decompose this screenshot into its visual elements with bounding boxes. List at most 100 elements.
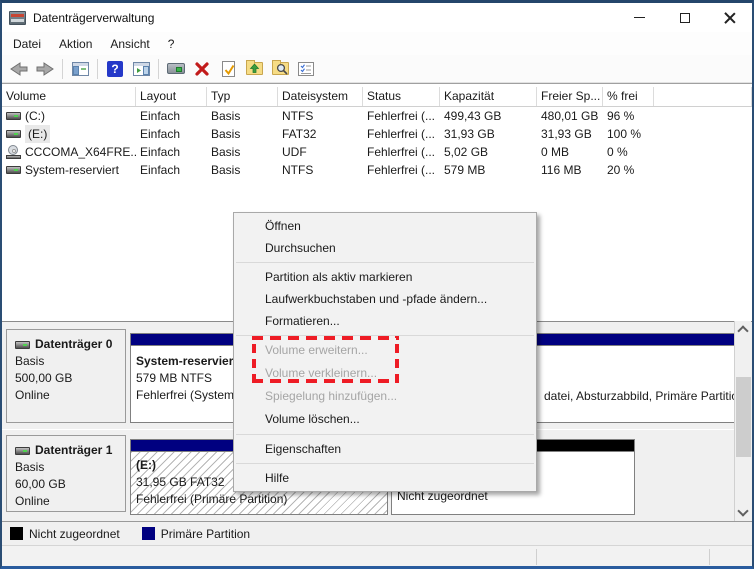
disk1-type: Basis	[15, 460, 45, 474]
legend-unallocated-label: Nicht zugeordnet	[29, 526, 120, 541]
disk1-size: 60,00 GB	[15, 477, 66, 491]
red-highlight-box	[252, 336, 399, 383]
menu-separator	[236, 463, 534, 464]
volume-name: CCCOMA_X64FRE...	[25, 145, 136, 159]
volume-name-selected: (E:)	[25, 125, 51, 143]
column-prozent-frei[interactable]: % frei	[603, 87, 654, 106]
toolbar-separator	[97, 58, 98, 79]
disk0-size: 500,00 GB	[15, 371, 73, 385]
delete-volume-button[interactable]	[191, 58, 213, 80]
menu-item-volume-loeschen[interactable]: Volume löschen...	[234, 408, 536, 431]
scroll-up-icon[interactable]	[737, 325, 749, 337]
menu-item-oeffnen[interactable]: Öffnen	[234, 215, 536, 237]
delete-icon	[195, 61, 209, 76]
menu-item-spiegelung[interactable]: Spiegelung hinzufügen...	[234, 385, 536, 408]
partition-size: 579 MB NTFS	[136, 371, 213, 385]
check-document-icon	[221, 60, 235, 77]
column-volume[interactable]: Volume	[2, 87, 136, 106]
statusbar-divider	[536, 549, 537, 565]
menu-item-partition-aktiv[interactable]: Partition als aktiv markieren	[234, 266, 536, 288]
column-typ[interactable]: Typ	[207, 87, 278, 106]
minimize-icon	[634, 17, 645, 18]
table-row-e[interactable]: (E:) Einfach Basis FAT32 Fehlerfrei (...…	[2, 125, 752, 143]
toolbar-separator	[62, 58, 63, 79]
volume-name: (C:)	[25, 109, 45, 123]
close-button[interactable]	[707, 3, 752, 32]
help-button[interactable]	[104, 58, 126, 80]
console-tree-icon	[71, 61, 89, 76]
disk1-label-panel[interactable]: Datenträger 1 Basis 60,00 GB Online	[6, 435, 126, 512]
folder-search-icon	[271, 60, 289, 75]
cd-drive-icon	[6, 145, 21, 159]
column-kapazitaet[interactable]: Kapazität	[440, 87, 537, 106]
volume-name: System-reserviert	[25, 163, 120, 177]
menu-datei[interactable]: Datei	[4, 34, 50, 54]
disk-icon	[15, 340, 30, 349]
menu-hilfe[interactable]: ?	[159, 34, 184, 54]
volume-list-header: Volume Layout Typ Dateisystem Status Kap…	[2, 87, 752, 107]
menu-separator	[236, 434, 534, 435]
scroll-down-icon[interactable]	[737, 505, 749, 517]
legend-bar: Nicht zugeordnet Primäre Partition	[2, 521, 752, 545]
scrollbar-thumb[interactable]	[736, 377, 751, 457]
menu-item-laufwerkbuchstaben[interactable]: Laufwerkbuchstaben und -pfade ändern...	[234, 288, 536, 310]
hdd-icon	[6, 166, 21, 174]
menu-item-hilfe[interactable]: Hilfe	[234, 467, 536, 489]
disk0-type: Basis	[15, 354, 45, 368]
statusbar-divider	[709, 549, 710, 565]
remote-computer-icon	[167, 63, 185, 74]
column-freier-speicher[interactable]: Freier Sp...	[537, 87, 603, 106]
disk0-status: Online	[15, 388, 50, 402]
column-dateisystem[interactable]: Dateisystem	[278, 87, 363, 106]
toolbar	[2, 55, 752, 83]
column-layout[interactable]: Layout	[136, 87, 207, 106]
menu-item-formatieren[interactable]: Formatieren...	[234, 310, 536, 332]
remote-computer-button[interactable]	[165, 58, 187, 80]
menu-aktion[interactable]: Aktion	[50, 34, 101, 54]
maximize-icon	[679, 12, 690, 23]
check-volume-button[interactable]	[217, 58, 239, 80]
partition-status: Fehlerfrei (Primäre Partition)	[136, 492, 288, 506]
extend-volume-button[interactable]	[243, 58, 265, 80]
partition-system-reserviert[interactable]: System-reserviert 579 MB NTFS Fehlerfrei…	[130, 333, 234, 423]
properties-button[interactable]	[295, 58, 317, 80]
column-status[interactable]: Status	[363, 87, 440, 106]
partition-status-fragment: datei, Absturzabbild, Primäre Partition)	[544, 389, 735, 403]
titlebar: Datenträgerverwaltung	[2, 3, 752, 32]
disk-icon	[15, 446, 30, 455]
folder-up-icon	[245, 60, 263, 75]
explore-volume-button[interactable]	[269, 58, 291, 80]
legend-primary-swatch	[141, 527, 155, 540]
column-filler	[654, 87, 752, 106]
menu-ansicht[interactable]: Ansicht	[101, 34, 158, 54]
back-button[interactable]	[8, 58, 30, 80]
window-title: Datenträgerverwaltung	[33, 10, 155, 25]
vertical-scrollbar[interactable]	[734, 321, 751, 521]
menu-item-eigenschaften[interactable]: Eigenschaften	[234, 438, 536, 460]
legend-primary-label: Primäre Partition	[160, 526, 251, 541]
checklist-icon	[298, 61, 314, 76]
toolbar-separator	[158, 58, 159, 79]
table-row-cccoma[interactable]: CCCOMA_X64FRE... Einfach Basis UDF Fehle…	[2, 143, 752, 161]
action-pane-button[interactable]	[130, 58, 152, 80]
disk0-name: Datenträger 0	[35, 337, 113, 351]
app-icon	[9, 10, 26, 25]
disk-management-window: Datenträgerverwaltung Datei Aktion Ansic…	[0, 0, 754, 569]
table-row-system-reserviert[interactable]: System-reserviert Einfach Basis NTFS Feh…	[2, 161, 752, 179]
disk0-label-panel[interactable]: Datenträger 0 Basis 500,00 GB Online	[6, 329, 126, 423]
table-row-c[interactable]: (C:) Einfach Basis NTFS Fehlerfrei (... …	[2, 107, 752, 125]
back-icon	[10, 61, 28, 76]
partition-status: Fehlerfrei (System	[136, 388, 234, 402]
help-icon	[107, 60, 123, 77]
forward-button[interactable]	[34, 58, 56, 80]
primary-partition-bar	[131, 334, 233, 346]
forward-icon	[36, 61, 54, 76]
minimize-button[interactable]	[617, 3, 662, 32]
action-pane-icon	[132, 61, 150, 76]
legend-unallocated-swatch	[10, 527, 23, 540]
menu-item-durchsuchen[interactable]: Durchsuchen	[234, 237, 536, 259]
disk1-name: Datenträger 1	[35, 443, 113, 457]
menubar: Datei Aktion Ansicht ?	[2, 32, 752, 55]
console-tree-button[interactable]	[69, 58, 91, 80]
maximize-button[interactable]	[662, 3, 707, 32]
